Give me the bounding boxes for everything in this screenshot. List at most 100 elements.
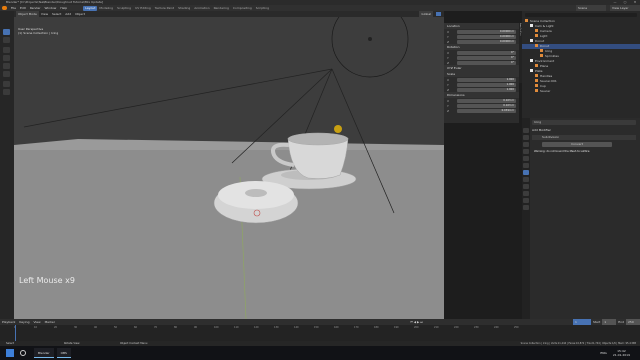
rotation-x-row[interactable]: X 0° — [444, 50, 519, 55]
playhead[interactable] — [15, 325, 19, 341]
blender-logo-icon[interactable] — [2, 6, 7, 10]
clock[interactable]: 15:42 21.01.2019 — [613, 349, 630, 357]
floor-plane — [14, 148, 444, 319]
modifier-properties-icon[interactable] — [523, 170, 529, 175]
workspace-tab-sculpting[interactable]: Sculpting — [115, 6, 133, 11]
outliner-row[interactable]: Saucer — [522, 89, 640, 94]
dimensions-x-field[interactable]: 0.103 m — [457, 98, 516, 103]
timeline-tick-label: 180 — [374, 326, 379, 329]
physics-properties-icon[interactable] — [523, 184, 529, 189]
dimensions-z-row[interactable]: Z 0.0394 m — [444, 108, 519, 113]
scale-x-field[interactable]: 1.000 — [457, 77, 516, 82]
timeline-menu-view[interactable]: View — [31, 319, 42, 325]
end-frame-field[interactable]: 250 — [626, 319, 640, 325]
scale-y-label: Y — [447, 82, 449, 87]
outliner-search-input[interactable] — [525, 13, 637, 17]
object-name-field[interactable]: Icing — [532, 120, 636, 125]
current-frame-field[interactable]: 1 — [572, 319, 591, 325]
timeline-tick-label: 230 — [474, 326, 479, 329]
timeline-menu-keying[interactable]: Keying — [17, 319, 31, 325]
cursor-tool-icon[interactable] — [3, 37, 10, 43]
dimensions-y-field[interactable]: 0.103 m — [457, 103, 516, 108]
scale-tool-icon[interactable] — [3, 63, 10, 69]
timeline-tick-label: 160 — [334, 326, 339, 329]
location-x-row[interactable]: X 0.00000 m — [444, 29, 519, 34]
object-properties-icon[interactable] — [523, 163, 529, 168]
search-icon[interactable] — [20, 350, 26, 356]
shading-solid-icon[interactable] — [436, 12, 441, 16]
rotation-x-field[interactable]: 0° — [457, 50, 516, 55]
world-properties-icon[interactable] — [523, 156, 529, 161]
workspace-tab-texture-paint[interactable]: Texture Paint — [153, 6, 176, 11]
timeline-tick-label: 120 — [254, 326, 259, 329]
outliner-item-icon — [535, 29, 538, 32]
constraints-properties-icon[interactable] — [523, 191, 529, 196]
language-indicator[interactable]: ENG — [600, 351, 606, 355]
outliner-item-icon — [535, 74, 538, 77]
timeline-tick-label: 130 — [274, 326, 279, 329]
taskbar-app-obs[interactable]: OBS — [56, 348, 71, 358]
convert-button[interactable]: Convert — [542, 142, 612, 147]
select-tool-icon[interactable] — [3, 29, 10, 35]
timeline-ruler[interactable]: 0 10 20 30 40 50 60 70 80 90 100 110 120 130 140 150 160… — [14, 326, 520, 330]
modifier-name-field[interactable]: Subdivision — [532, 135, 636, 140]
outliner-item-label: Handles — [540, 74, 553, 78]
outliner-item-icon — [535, 89, 538, 92]
location-z-row[interactable]: Z 0.00000 m — [444, 39, 519, 44]
scale-z-field[interactable]: 1.000 — [457, 87, 516, 92]
output-properties-icon[interactable] — [523, 135, 529, 140]
location-z-field[interactable]: 0.00000 m — [457, 39, 516, 44]
workspace-tab-modeling[interactable]: Modeling — [97, 6, 115, 11]
particles-properties-icon[interactable] — [523, 177, 529, 182]
workspace-tab-scripting[interactable]: Scripting — [254, 6, 271, 11]
workspace-tab-compositing[interactable]: Compositing — [231, 6, 254, 11]
transform-tool-icon[interactable] — [3, 71, 10, 77]
workspace-tab-shading[interactable]: Shading — [176, 6, 192, 11]
outliner-item-icon — [530, 69, 533, 72]
timeline-menu-marker[interactable]: Marker — [43, 319, 57, 325]
viewport-scene[interactable] — [14, 17, 444, 319]
sidebar-tab-item[interactable]: Item — [519, 23, 521, 28]
material-properties-icon[interactable] — [523, 205, 529, 210]
workspace-tab-rendering[interactable]: Rendering — [212, 6, 231, 11]
location-y-row[interactable]: Y 0.00000 m — [444, 34, 519, 39]
properties-tabs — [522, 118, 530, 319]
scale-z-row[interactable]: Z 1.000 — [444, 87, 519, 92]
play-controls[interactable]: ⏮ ◀ ▶ ⏭ — [410, 320, 423, 324]
measure-tool-icon[interactable] — [3, 89, 10, 95]
workspace-tab-uv-editing[interactable]: UV Editing — [133, 6, 153, 11]
scale-y-row[interactable]: Y 1.000 — [444, 82, 519, 87]
view-layer-properties-icon[interactable] — [523, 142, 529, 147]
rotation-z-row[interactable]: Z 0° — [444, 60, 519, 65]
location-y-field[interactable]: 0.00000 m — [457, 34, 516, 39]
scene-properties-icon[interactable] — [523, 149, 529, 154]
3d-viewport[interactable] — [14, 17, 444, 319]
rotation-y-row[interactable]: Y 0° — [444, 55, 519, 60]
outliner-item-icon — [535, 44, 538, 47]
outliner-item-icon — [535, 84, 538, 87]
location-y-label: Y — [447, 34, 449, 39]
render-properties-icon[interactable] — [523, 128, 529, 133]
dimensions-y-row[interactable]: Y 0.103 m — [444, 103, 519, 108]
scale-x-row[interactable]: X 1.000 — [444, 77, 519, 82]
location-x-field[interactable]: 0.00000 m — [457, 29, 516, 34]
rotate-tool-icon[interactable] — [3, 55, 10, 61]
taskbar-app-blender[interactable]: Blender — [34, 348, 54, 358]
viewport-collection-label: (1) Scene Collection | Icing — [18, 31, 59, 35]
rotation-y-field[interactable]: 0° — [457, 55, 516, 60]
windows-start-icon[interactable] — [6, 349, 14, 357]
workspace-tab-animation[interactable]: Animation — [192, 6, 211, 11]
add-modifier-button[interactable]: Add Modifier — [532, 128, 636, 133]
move-tool-icon[interactable] — [3, 47, 10, 53]
timeline-header: Playback Keying View Marker ⏮ ◀ ▶ ⏭ 1 St… — [0, 319, 640, 325]
annotate-tool-icon[interactable] — [3, 81, 10, 87]
workspace-tab-layout[interactable]: Layout — [83, 5, 98, 11]
sidebar-tab-view[interactable]: View — [519, 31, 521, 36]
scale-y-field[interactable]: 1.000 — [457, 82, 516, 87]
dimensions-z-field[interactable]: 0.0394 m — [457, 108, 516, 113]
rotation-z-field[interactable]: 0° — [457, 60, 516, 65]
dimensions-x-row[interactable]: X 0.103 m — [444, 98, 519, 103]
timeline-tick-label: 170 — [354, 326, 359, 329]
data-properties-icon[interactable] — [523, 198, 529, 203]
start-frame-field[interactable]: 1 — [602, 319, 617, 325]
